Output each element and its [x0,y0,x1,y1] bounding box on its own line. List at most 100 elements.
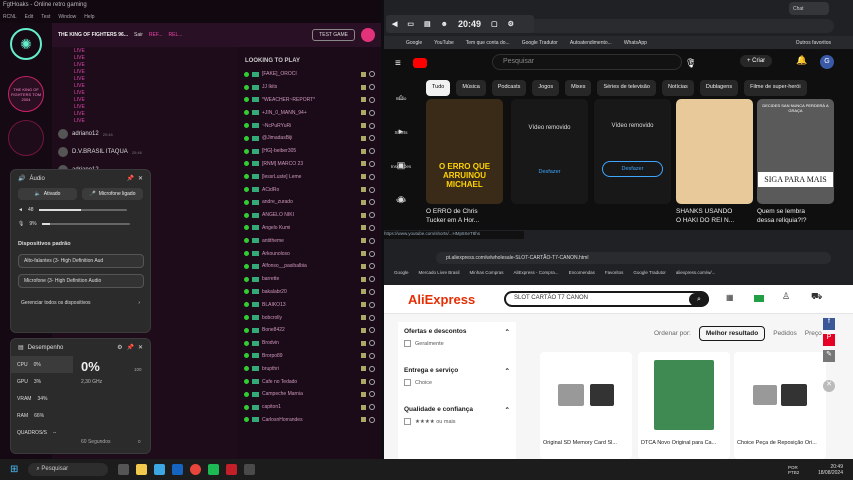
player-row[interactable]: brupthri [238,362,381,375]
filter-option[interactable]: Geralmente [398,338,516,349]
player-row[interactable]: bobcrolly [238,311,381,324]
top-tab[interactable]: REF... [149,32,163,38]
search-icon[interactable]: ⌕ [690,55,695,66]
checkbox[interactable] [404,340,411,347]
app-logo-icon[interactable]: ✺ [10,28,42,60]
app-icon[interactable] [208,464,220,475]
player-row[interactable]: [HG]-beiber305 [238,145,381,158]
player-row[interactable]: *WEACHER~REPORT* [238,94,381,107]
player-row[interactable]: JJ Ikits [238,81,381,94]
app-icon[interactable] [244,464,256,475]
checkbox[interactable] [404,418,411,425]
undo-button[interactable]: Desfazer [538,169,560,175]
checkbox[interactable] [404,379,411,386]
product-title[interactable]: Choice Peça de Reposição Ori... [734,437,826,449]
edit-icon[interactable]: ✎ [823,350,835,362]
bookmark[interactable]: Minhas Compras [470,270,504,275]
browser-tab[interactable]: Chat [789,2,829,15]
video-card[interactable] [676,99,753,204]
player-row[interactable]: ACidRo [238,183,381,196]
windows-start-icon[interactable]: ⊞ [10,464,18,475]
close-icon[interactable]: ✕ [138,175,143,182]
speaker-select[interactable]: Alto-falantes (3- High Definition Aud [18,254,144,268]
perf-row[interactable]: CPU 0% [11,356,73,373]
filter-title[interactable]: Entrega e serviço ⌃ [398,361,516,377]
chip-6[interactable]: Notícias [661,80,694,96]
capture-icon[interactable]: ▢ [491,20,498,28]
menu-item[interactable]: RCNL [3,14,17,22]
task-view-icon[interactable] [118,464,130,475]
player-row[interactable]: andre_zurado [238,196,381,209]
bookmark[interactable]: Tem que conta do... [466,40,510,46]
product-title[interactable]: DTCA Novo Original para Ca... [638,437,730,449]
manage-devices-link[interactable]: Gerenciar todos os dispositivos › [11,294,150,312]
perf-row[interactable]: RAM 66% [11,407,73,424]
menu-item[interactable]: Window [58,14,76,22]
player-row[interactable]: Angelo Kumi [238,222,381,235]
create-button[interactable]: + Criar [740,55,773,67]
top-tab[interactable]: Sair [134,32,143,38]
player-row[interactable]: @JimadasBiji [238,132,381,145]
bookmark-folder[interactable]: Outros favoritos [796,40,831,46]
volume-icon[interactable]: ◀ [392,20,397,28]
close-icon[interactable]: ✕ [138,344,143,351]
bookmark[interactable]: YouTube [434,40,454,46]
app-icon[interactable] [226,464,238,475]
player-row[interactable]: ANGELO NIKI [238,209,381,222]
chip-1[interactable]: Música [456,80,486,96]
chip-8[interactable]: Filme de super-herói [744,80,807,96]
sort-price[interactable]: Preço [805,330,822,337]
player-row[interactable]: Arkounoloso [238,247,381,260]
top-tab[interactable]: REL... [169,32,183,38]
chip-5[interactable]: Séries de televisão [597,80,656,96]
perf-row[interactable]: GPU 3% [11,373,73,390]
bell-icon[interactable]: 🔔 [796,55,807,66]
settings-icon[interactable]: ⚙ [117,344,122,351]
player-row[interactable]: antitheme [238,234,381,247]
room-badge[interactable]: THE KING OF FIGHTERS TOM 2004 [8,76,44,112]
player-row[interactable]: Brodvin [238,337,381,350]
sidebar-item-home[interactable]: ⌂ Início [384,80,418,114]
bookmark[interactable]: Favoritos [605,270,624,275]
hamburger-menu-icon[interactable]: ≡ [395,58,401,69]
mic-slider[interactable] [41,223,130,225]
store-icon[interactable] [172,464,184,475]
undo-button[interactable]: Desfazer [602,161,663,177]
sidebar-item-subscriptions[interactable]: ▣ Inscrições [384,148,418,182]
player-row[interactable]: +JIN_0_MANN_94+ [238,106,381,119]
people-icon[interactable]: ☻ [441,21,448,28]
player-row[interactable]: Brorpo89 [238,350,381,363]
product-card[interactable]: DTCA Novo Original para Ca... [638,352,730,459]
chrome-icon[interactable] [190,464,202,475]
player-row[interactable]: Campeche Marnia [238,388,381,401]
bookmark[interactable]: AliExpress - Compra... [514,270,559,275]
monitor-icon[interactable]: ▭ [407,20,414,28]
settings-icon[interactable]: ⚙ [508,20,514,28]
player-row[interactable]: [lessrLuste] Leme [238,170,381,183]
player-row[interactable]: Alfonso__pasibalbia [238,260,381,273]
filter-title[interactable]: Qualidade e confiança ⌃ [398,400,516,416]
search-input[interactable]: Pesquisar [492,54,682,70]
chat-user[interactable]: D.V.BRASIL ITAQUA [72,149,128,155]
mic-button[interactable]: 🎤 Microfone ligado [82,188,143,200]
player-row[interactable]: barrette [238,273,381,286]
player-row[interactable]: Cafe no Tedado [238,375,381,388]
player-row[interactable]: [FAKE]_OROCI [238,68,381,81]
player-row[interactable]: bakalabr20 [238,286,381,299]
edge-icon[interactable] [154,464,166,475]
pin-icon[interactable]: 📌 [126,175,133,182]
account-icon[interactable]: ♙ [782,291,790,302]
language-indicator[interactable]: POR PTB2 [788,465,806,475]
close-icon[interactable]: ✕ [823,380,835,392]
filter-option[interactable]: Choice [398,377,516,388]
bookmark[interactable]: Autoatendimento... [570,40,612,46]
bookmark[interactable]: Google [394,270,409,275]
menu-item[interactable]: Help [84,14,94,22]
audio-enabled-button[interactable]: 🔈 Ativado [18,188,78,200]
bookmark[interactable]: aliexpress.com/w/... [676,270,716,275]
search-input[interactable]: SLOT CARTÃO T7 CANON [504,291,709,307]
grid-icon[interactable]: ▦ [726,293,734,302]
perf-row[interactable]: VRAM 34% [11,390,73,407]
product-card[interactable]: Choice Peça de Reposição Ori... [734,352,826,459]
menu-item[interactable]: Test [41,14,50,22]
